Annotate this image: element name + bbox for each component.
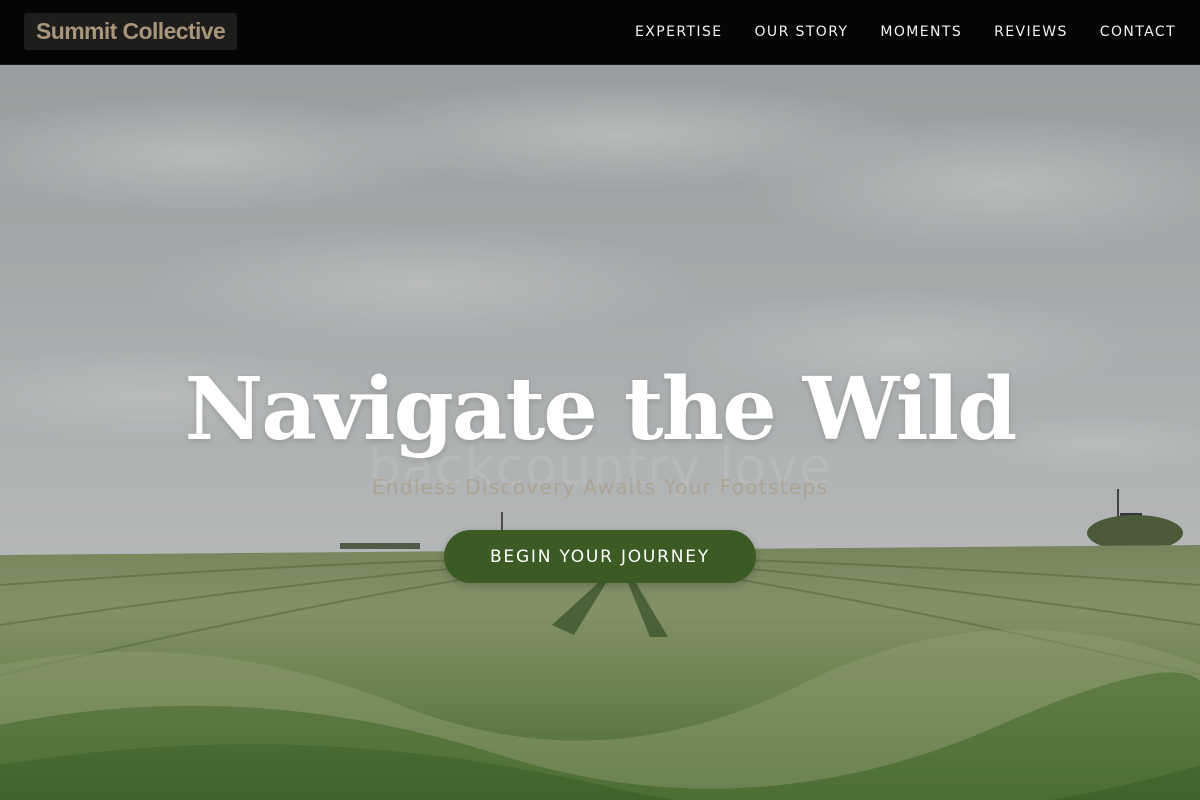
nav-link-moments[interactable]: MOMENTS — [864, 24, 978, 40]
brand-name: Summit Collective — [36, 18, 226, 44]
brand-logo[interactable]: Summit Collective — [24, 13, 238, 50]
main-nav: EXPERTISE OUR STORY MOMENTS REVIEWS CONT… — [619, 0, 1192, 64]
nav-link-our-story[interactable]: OUR STORY — [739, 24, 865, 40]
nav-link-reviews[interactable]: REVIEWS — [978, 24, 1084, 40]
hero-section: backcountry love Navigate the Wild Endle… — [0, 65, 1200, 800]
hero-subtitle: Endless Discovery Awaits Your Footsteps — [371, 475, 829, 499]
nav-link-expertise[interactable]: EXPERTISE — [619, 24, 738, 40]
site-header: Summit Collective EXPERTISE OUR STORY MO… — [0, 0, 1200, 65]
nav-link-contact[interactable]: CONTACT — [1084, 24, 1192, 40]
begin-journey-label: BEGIN YOUR JOURNEY — [489, 546, 711, 567]
hero-title: Navigate the Wild — [184, 359, 1018, 460]
begin-journey-button[interactable]: BEGIN YOUR JOURNEY — [444, 530, 756, 583]
